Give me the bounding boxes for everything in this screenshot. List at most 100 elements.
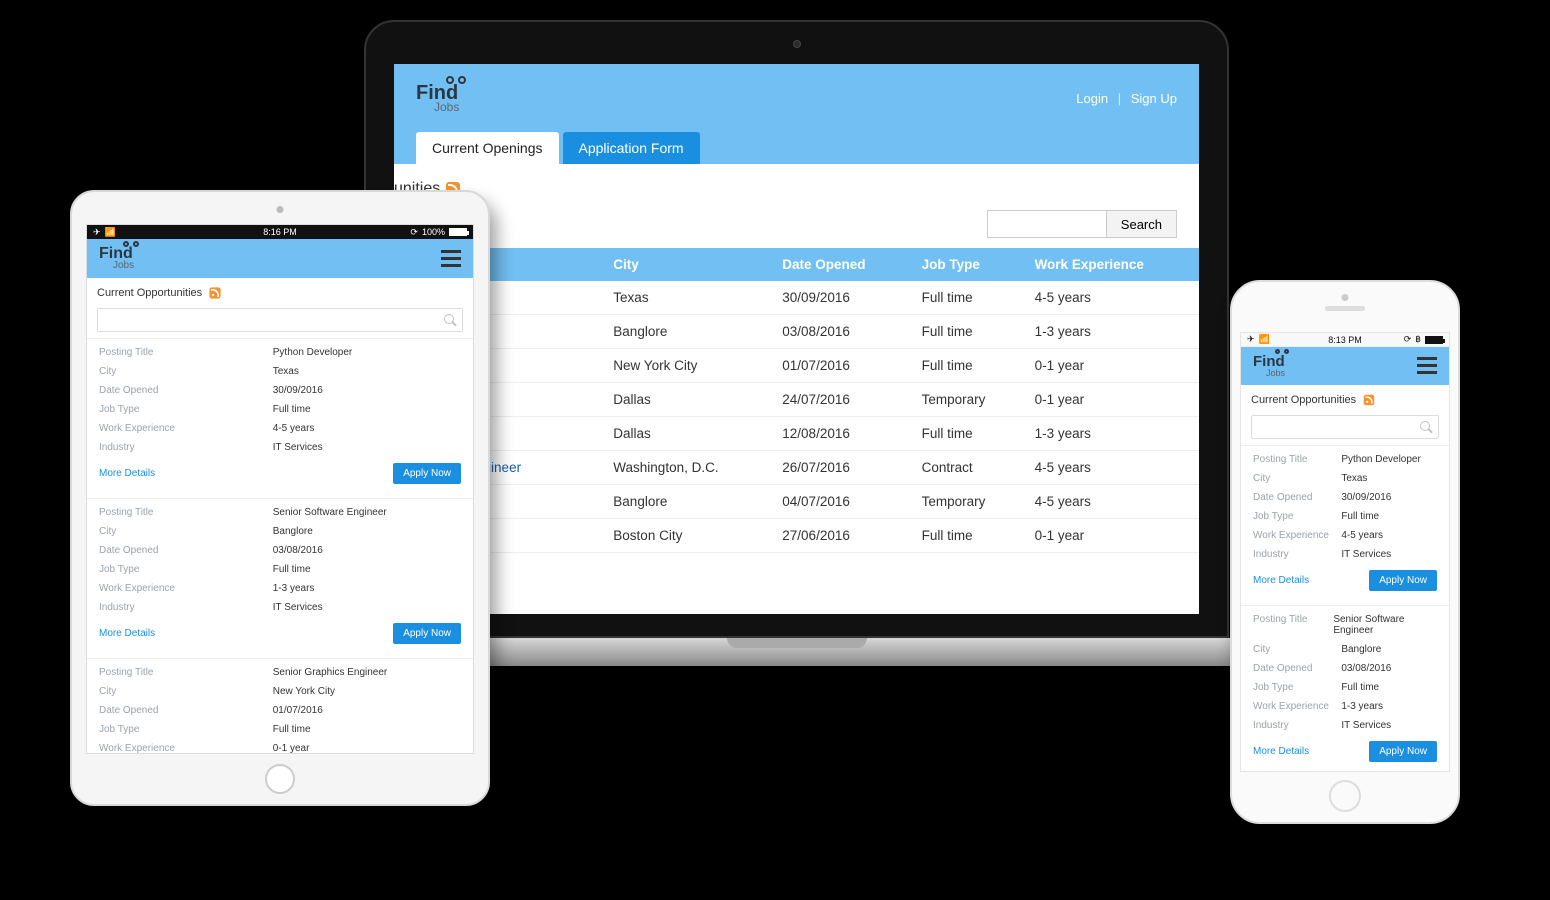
table-row[interactable]: EngineerBanglore03/08/2016Full time1-3 y…: [394, 315, 1199, 349]
rss-icon[interactable]: [210, 288, 221, 299]
phone-device: ✈ 📶 8:13 PM ⟳ ฿ Find Jobs Current Opport…: [1230, 280, 1460, 824]
value-posting-title: Senior Software Engineer: [273, 507, 387, 518]
value-industry: IT Services: [273, 442, 323, 453]
table-row[interactable]: EngineerNew York City01/07/2016Full time…: [394, 349, 1199, 383]
tab-application-form[interactable]: Application Form: [563, 132, 700, 164]
value-city: Texas: [273, 366, 299, 377]
laptop-screen: Find Jobs Login | Sign Up Current Openin…: [394, 64, 1199, 614]
tablet-home-button[interactable]: [265, 764, 295, 794]
table-row[interactable]: perDallas12/08/2016Full time1-3 years: [394, 417, 1199, 451]
value-city: Banglore: [1341, 644, 1381, 655]
value-date-opened: 03/08/2016: [273, 545, 323, 556]
search-input[interactable]: [97, 308, 463, 332]
value-date-opened: 01/07/2016: [273, 705, 323, 716]
page-title-row: unities: [394, 176, 1199, 208]
phone-home-button[interactable]: [1329, 780, 1361, 812]
login-link[interactable]: Login: [1076, 91, 1108, 106]
cell-experience: 0-1 year: [1025, 383, 1199, 417]
more-details-link[interactable]: More Details: [1253, 746, 1309, 757]
label-city: City: [1253, 473, 1341, 484]
brand-line1: Find: [416, 84, 459, 102]
value-city: Banglore: [273, 526, 313, 537]
value-posting-title: Senior Software Engineer: [1333, 614, 1437, 636]
value-work-experience: 1-3 years: [273, 583, 315, 594]
more-details-link[interactable]: More Details: [1253, 575, 1309, 586]
bluetooth-icon: ฿: [1415, 334, 1421, 345]
airplane-icon: ✈: [93, 227, 101, 238]
col-city[interactable]: City: [603, 248, 772, 281]
value-work-experience: 0-1 year: [273, 743, 310, 754]
battery-icon: [1425, 336, 1443, 344]
brand-logo[interactable]: Find Jobs: [99, 247, 134, 270]
wifi-icon: 📶: [105, 227, 116, 238]
label-date-opened: Date Opened: [99, 385, 273, 396]
label-posting-title: Posting Title: [99, 347, 273, 358]
value-work-experience: 4-5 years: [1341, 530, 1383, 541]
value-job-type: Full time: [273, 404, 311, 415]
rss-icon[interactable]: [1364, 394, 1375, 405]
table-row[interactable]: torBanglore04/07/2016Temporary4-5 years: [394, 485, 1199, 519]
table-row[interactable]: erTexas30/09/2016Full time4-5 years: [394, 281, 1199, 315]
label-city: City: [99, 526, 273, 537]
col-experience[interactable]: Work Experience: [1025, 248, 1199, 281]
value-job-type: Full time: [1341, 682, 1379, 693]
col-jobtype[interactable]: Job Type: [912, 248, 1025, 281]
cell-date: 26/07/2016: [772, 451, 911, 485]
cell-jobtype: Full time: [912, 417, 1025, 451]
value-city: Texas: [1341, 473, 1367, 484]
label-job-type: Job Type: [99, 724, 273, 735]
table-row[interactable]: stratorBoston City27/06/2016Full time0-1…: [394, 519, 1199, 553]
apply-now-button[interactable]: Apply Now: [1369, 741, 1437, 762]
section-title: Current Opportunities: [1251, 394, 1356, 406]
brand-line2: Jobs: [113, 261, 134, 270]
cell-experience: 0-1 year: [1025, 519, 1199, 553]
menu-icon[interactable]: [1417, 357, 1437, 374]
apply-now-button[interactable]: Apply Now: [393, 463, 461, 484]
cell-experience: 1-3 years: [1025, 417, 1199, 451]
brand-logo[interactable]: Find Jobs: [1253, 355, 1285, 377]
more-details-link[interactable]: More Details: [99, 468, 155, 479]
menu-icon[interactable]: [441, 250, 461, 267]
cell-date: 24/07/2016: [772, 383, 911, 417]
value-industry: IT Services: [273, 602, 323, 613]
phone-camera: [1342, 294, 1349, 301]
table-row[interactable]: Support EngineerWashington, D.C.26/07/20…: [394, 451, 1199, 485]
label-posting-title: Posting Title: [1253, 614, 1333, 636]
cell-date: 30/09/2016: [772, 281, 911, 315]
cell-experience: 1-3 years: [1025, 315, 1199, 349]
site-header: Find Jobs Login | Sign Up: [394, 64, 1199, 132]
phone-status-bar: ✈ 📶 8:13 PM ⟳ ฿: [1241, 333, 1449, 347]
job-card: Posting TitleSenior Graphics EngineerCit…: [87, 658, 473, 754]
cell-experience: 4-5 years: [1025, 281, 1199, 315]
auth-links: Login | Sign Up: [1076, 91, 1177, 106]
status-time: 8:16 PM: [263, 227, 297, 237]
jobs-table: City Date Opened Job Type Work Experienc…: [394, 248, 1199, 553]
label-posting-title: Posting Title: [99, 667, 273, 678]
laptop-device: Find Jobs Login | Sign Up Current Openin…: [364, 20, 1229, 666]
tab-current-openings[interactable]: Current Openings: [416, 132, 559, 164]
table-row[interactable]: k TrafficDallas24/07/2016Temporary0-1 ye…: [394, 383, 1199, 417]
tablet-header: Find Jobs: [87, 239, 473, 278]
label-industry: Industry: [99, 602, 273, 613]
search-input[interactable]: [987, 210, 1107, 238]
cell-city: Banglore: [603, 485, 772, 519]
tablet-camera: [277, 206, 284, 213]
more-details-link[interactable]: More Details: [99, 628, 155, 639]
search-icon: [1420, 421, 1432, 433]
label-date-opened: Date Opened: [99, 705, 273, 716]
cell-experience: 0-1 year: [1025, 349, 1199, 383]
value-job-type: Full time: [1341, 511, 1379, 522]
job-card: Posting TitlePython DeveloperCityTexasDa…: [87, 338, 473, 498]
cell-date: 03/08/2016: [772, 315, 911, 349]
cell-city: Banglore: [603, 315, 772, 349]
brand-logo[interactable]: Find Jobs: [416, 84, 459, 113]
apply-now-button[interactable]: Apply Now: [1369, 570, 1437, 591]
search-input[interactable]: [1251, 415, 1439, 439]
signup-link[interactable]: Sign Up: [1131, 91, 1177, 106]
search-button[interactable]: Search: [1106, 210, 1177, 238]
cell-date: 04/07/2016: [772, 485, 911, 519]
col-date[interactable]: Date Opened: [772, 248, 911, 281]
apply-now-button[interactable]: Apply Now: [393, 623, 461, 644]
label-job-type: Job Type: [99, 564, 273, 575]
label-posting-title: Posting Title: [99, 507, 273, 518]
